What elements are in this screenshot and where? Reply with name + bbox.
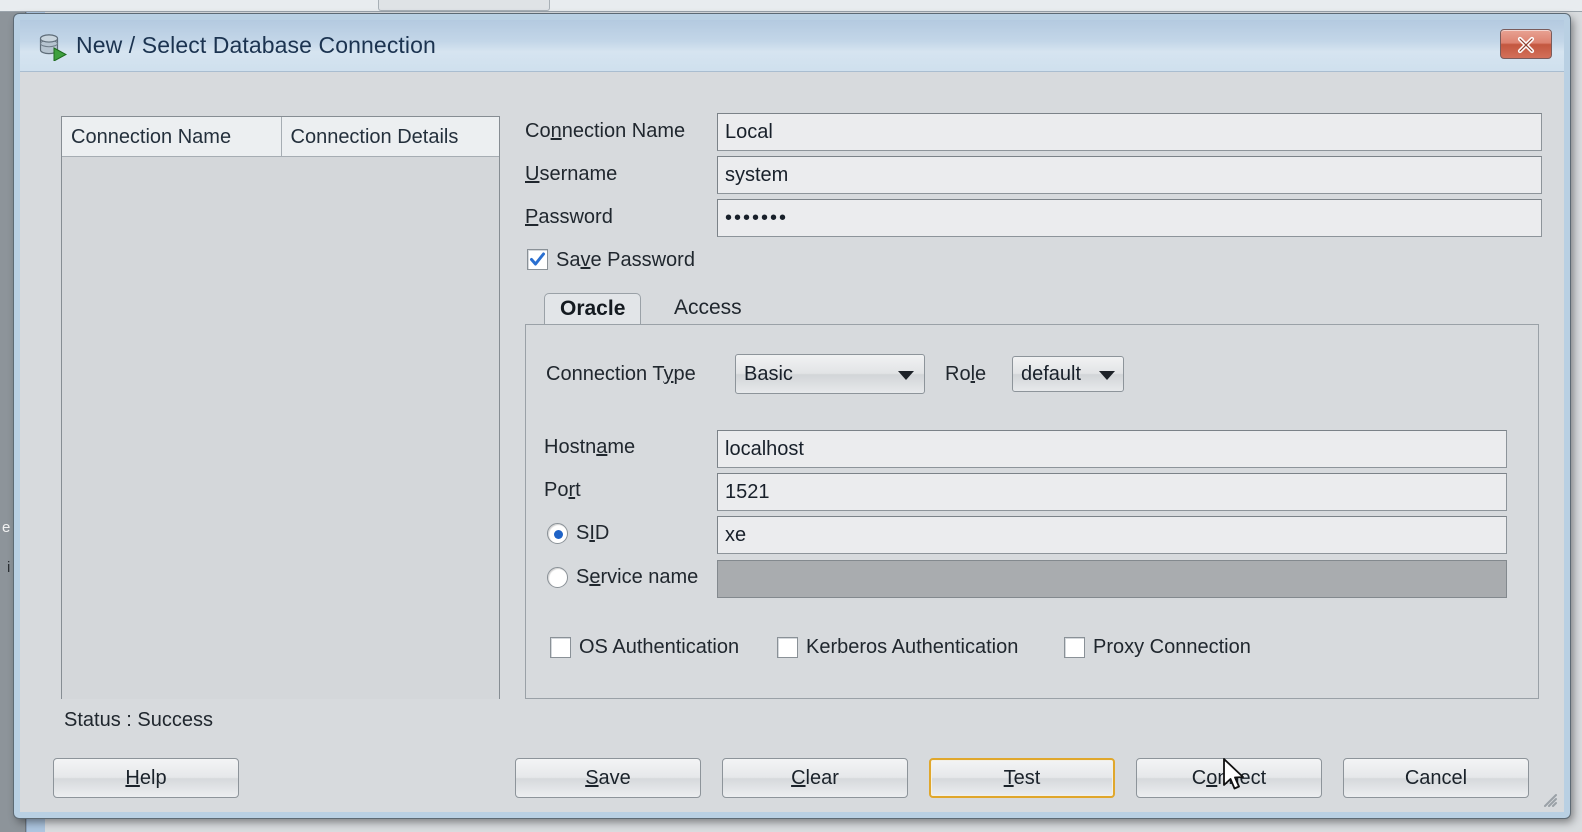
save-password-label: Save Password bbox=[556, 249, 695, 272]
connections-table-body[interactable] bbox=[62, 157, 499, 699]
tab-oracle[interactable]: Oracle bbox=[544, 293, 641, 325]
sid-input[interactable]: xe bbox=[717, 516, 1507, 554]
kerberos-authentication-label: Kerberos Authentication bbox=[806, 636, 1018, 659]
status-text: Status : Success bbox=[64, 709, 213, 732]
chevron-down-icon bbox=[898, 371, 914, 380]
background-rail-glyph-e: e bbox=[2, 520, 10, 535]
label-hostname: Hostname bbox=[544, 436, 635, 459]
column-header-connection-name[interactable]: Connection Name bbox=[62, 117, 281, 156]
sid-radio[interactable] bbox=[547, 523, 568, 544]
cancel-button-label: Cancel bbox=[1405, 767, 1467, 790]
dialog-content: Connection Name Connection Details Conne… bbox=[20, 72, 1564, 812]
label-role: Role bbox=[945, 363, 986, 386]
proxy-connection-checkbox[interactable] bbox=[1064, 637, 1085, 658]
label-username: Username bbox=[525, 163, 617, 186]
label-connection-name: Connection Name bbox=[525, 120, 685, 143]
resize-grip[interactable] bbox=[1539, 789, 1557, 807]
dialog-titlebar[interactable]: New / Select Database Connection bbox=[20, 20, 1564, 72]
close-icon[interactable] bbox=[1500, 29, 1552, 59]
tab-access[interactable]: Access bbox=[659, 293, 757, 325]
connection-name-input[interactable]: Local bbox=[717, 113, 1542, 151]
background-toolbar-strip bbox=[0, 0, 1582, 12]
connections-table[interactable]: Connection Name Connection Details bbox=[61, 116, 500, 699]
test-button[interactable]: Test bbox=[929, 758, 1115, 798]
save-password-checkbox[interactable] bbox=[527, 249, 548, 270]
password-input[interactable]: ••••••• bbox=[717, 199, 1542, 237]
label-password: Password bbox=[525, 206, 613, 229]
role-dropdown[interactable]: default bbox=[1012, 356, 1124, 392]
connection-type-tabstrip: Oracle Access bbox=[525, 293, 1539, 325]
port-input[interactable]: 1521 bbox=[717, 473, 1507, 511]
label-port: Port bbox=[544, 479, 581, 502]
label-connection-type: Connection Type bbox=[546, 363, 696, 386]
label-sid: SID bbox=[576, 522, 609, 545]
service-name-input[interactable] bbox=[717, 560, 1507, 598]
sid-radio-dot bbox=[554, 530, 563, 539]
database-connection-dialog: New / Select Database Connection Connect… bbox=[14, 14, 1570, 818]
chevron-down-icon bbox=[1099, 371, 1115, 380]
role-value: default bbox=[1021, 363, 1081, 386]
dialog-title: New / Select Database Connection bbox=[76, 32, 436, 59]
help-button[interactable]: Help bbox=[53, 758, 239, 798]
background-editor-tab bbox=[378, 0, 550, 11]
save-button[interactable]: Save bbox=[515, 758, 701, 798]
label-service-name: Service name bbox=[576, 566, 698, 589]
column-header-connection-details[interactable]: Connection Details bbox=[281, 117, 500, 156]
connection-type-value: Basic bbox=[744, 363, 793, 386]
proxy-connection-label: Proxy Connection bbox=[1093, 636, 1251, 659]
connect-button[interactable]: Connect bbox=[1136, 758, 1322, 798]
os-authentication-checkbox[interactable] bbox=[550, 637, 571, 658]
hostname-input[interactable]: localhost bbox=[717, 430, 1507, 468]
cancel-button[interactable]: Cancel bbox=[1343, 758, 1529, 798]
connection-type-dropdown[interactable]: Basic bbox=[735, 354, 925, 394]
os-authentication-label: OS Authentication bbox=[579, 636, 739, 659]
kerberos-authentication-checkbox[interactable] bbox=[777, 637, 798, 658]
service-name-radio[interactable] bbox=[547, 567, 568, 588]
clear-button[interactable]: Clear bbox=[722, 758, 908, 798]
connections-table-header: Connection Name Connection Details bbox=[62, 117, 499, 157]
database-connection-icon bbox=[37, 33, 67, 61]
background-rail-glyph-i: i bbox=[7, 560, 10, 575]
username-input[interactable]: system bbox=[717, 156, 1542, 194]
